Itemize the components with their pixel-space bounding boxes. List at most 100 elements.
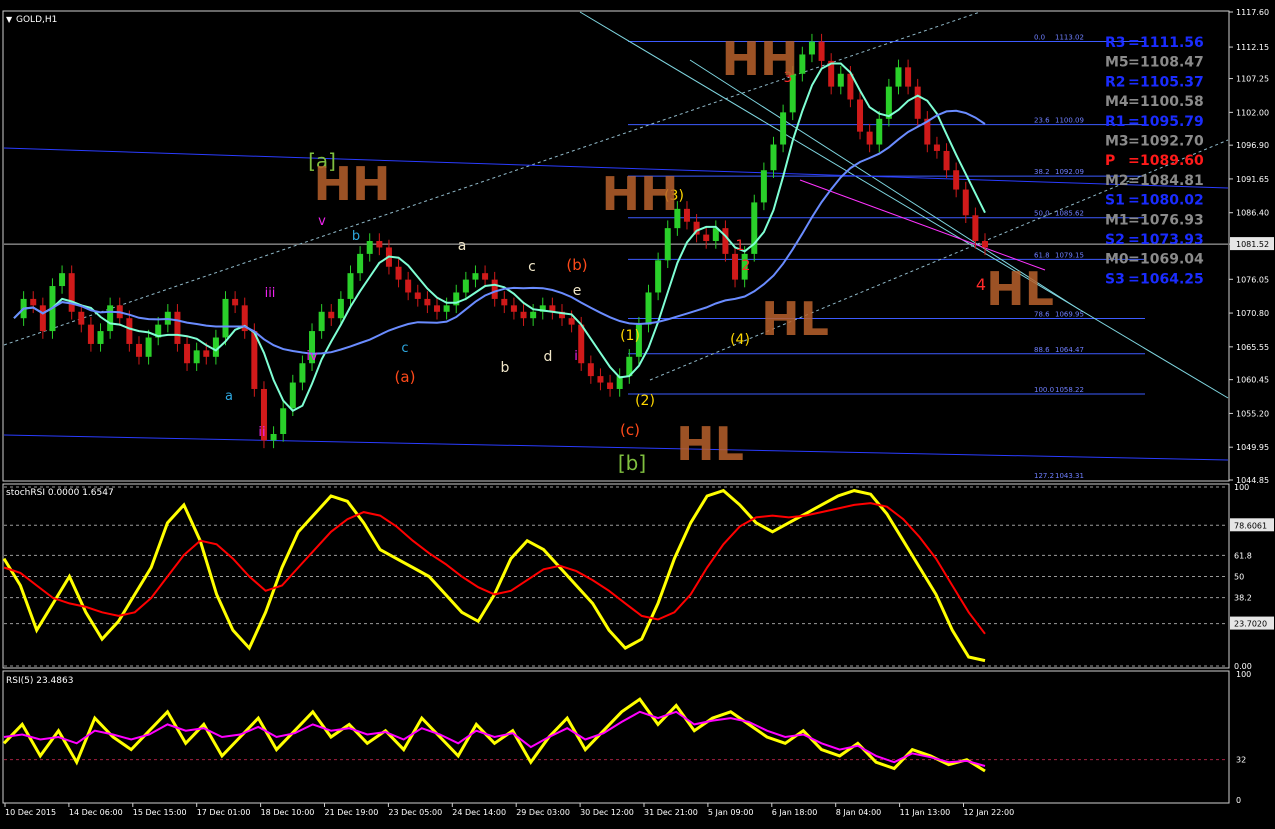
wave-label: a — [458, 238, 467, 254]
candle-body — [376, 241, 383, 248]
wave-label: (a) — [395, 368, 416, 386]
candle-body — [866, 131, 873, 145]
fib-level-value: 1092.09 — [1055, 168, 1084, 176]
candle-body — [39, 305, 46, 332]
time-tick-label: 12 Jan 22:00 — [964, 808, 1015, 817]
fib-level-value: 1043.31 — [1055, 472, 1084, 480]
candle-body — [972, 215, 979, 242]
candle-body — [193, 350, 200, 364]
stoch-level-label: 23.7020 — [1234, 620, 1267, 629]
handwritten-annotation: HH — [314, 157, 391, 211]
pivot-level-value: 1073.93 — [1140, 232, 1204, 248]
time-tick-label: 23 Dec 05:00 — [388, 808, 442, 817]
candle-body — [299, 363, 306, 383]
candle-body — [760, 170, 767, 203]
wave-label: 4 — [976, 275, 986, 294]
time-tick-label: 10 Dec 2015 — [5, 808, 56, 817]
pivot-level-eq: = — [1128, 134, 1140, 150]
handwritten-annotation: HL — [761, 292, 829, 346]
candle-body — [683, 208, 690, 222]
candle-body — [491, 279, 498, 299]
wave-label: ii — [258, 425, 265, 440]
candle-body — [857, 99, 864, 132]
candle-body — [501, 298, 508, 306]
wave-label: b — [352, 229, 360, 244]
wave-label: (b) — [566, 256, 587, 274]
pivot-level-eq: = — [1128, 74, 1140, 90]
fib-level-label: 88.6 — [1034, 346, 1050, 354]
pivot-level-eq: = — [1128, 212, 1140, 228]
candle-body — [59, 273, 66, 287]
wave-label: (4) — [730, 332, 750, 348]
pivot-level-value: 1076.93 — [1140, 212, 1204, 228]
pivot-level-eq: = — [1128, 94, 1140, 110]
handwritten-annotation: HL — [676, 417, 744, 471]
time-tick-label: 31 Dec 21:00 — [644, 808, 698, 817]
handwritten-annotation: HL — [986, 262, 1054, 316]
chart-title: GOLD,H1 — [16, 15, 57, 25]
fib-level-value: 1100.09 — [1055, 117, 1084, 125]
pivot-level-value: 1108.47 — [1140, 55, 1204, 71]
fib-level-value: 1058.22 — [1055, 386, 1084, 394]
time-tick-label: 29 Dec 03:00 — [516, 808, 570, 817]
pivot-level-value: 1105.37 — [1140, 74, 1204, 90]
pivot-level-name: M5 — [1105, 55, 1129, 71]
pivot-level-value: 1080.02 — [1140, 193, 1204, 209]
wave-label: 1 — [736, 238, 745, 254]
price-tick-label: 1096.90 — [1236, 141, 1269, 150]
candle-body — [905, 67, 912, 87]
time-tick-label: 15 Dec 15:00 — [133, 808, 187, 817]
candle-body — [482, 273, 489, 280]
candle-body — [982, 241, 988, 248]
time-tick-label: 8 Jan 04:00 — [836, 808, 882, 817]
candle-body — [472, 273, 479, 280]
candle-body — [876, 118, 883, 145]
stochrsi-title: stochRSI 0.0000 1.6547 — [6, 488, 114, 498]
dropdown-icon[interactable]: ▼ — [6, 15, 13, 24]
handwritten-annotation: HH — [722, 32, 799, 86]
wave-label: (2) — [635, 393, 655, 409]
pivot-level-name: M2 — [1105, 173, 1129, 189]
handwritten-annotation: HH — [602, 167, 679, 221]
pivot-level-value: 1100.58 — [1140, 94, 1204, 110]
time-tick-label: 14 Dec 06:00 — [69, 808, 123, 817]
wave-label: iii — [265, 286, 276, 301]
candle-body — [645, 292, 652, 325]
candle-body — [366, 241, 373, 254]
candle-body — [808, 41, 815, 55]
pivot-level-eq: = — [1128, 232, 1140, 248]
candle-body — [914, 86, 921, 119]
candle-body — [318, 311, 325, 332]
candle-body — [270, 434, 277, 441]
fib-level-label: 23.6 — [1034, 117, 1050, 125]
candle-body — [337, 298, 344, 319]
time-tick-label: 5 Jan 09:00 — [708, 808, 754, 817]
candle-body — [732, 253, 739, 280]
gold-h1-chart[interactable]: 1117.60 1112.15 1107.25 1102.00 1096.90 1091.… — [0, 0, 1275, 829]
wave-label: 2 — [742, 258, 751, 274]
pivot-level-name: R2 — [1105, 74, 1126, 90]
wave-label: iv — [306, 349, 318, 364]
price-tick-label: 1055.20 — [1236, 409, 1269, 418]
candle-body — [703, 234, 710, 242]
pivot-level-name: M1 — [1105, 212, 1129, 228]
candle-body — [126, 318, 133, 344]
pivot-level-name: P — [1105, 153, 1115, 169]
pivot-level-eq: = — [1128, 153, 1140, 169]
pivot-level-eq: = — [1128, 35, 1140, 51]
price-tick-label: 1065.55 — [1236, 343, 1269, 352]
fib-level-value: 1079.15 — [1055, 251, 1084, 259]
time-tick-label: 17 Dec 01:00 — [197, 808, 251, 817]
candle-body — [222, 298, 229, 338]
fib-level-label: 61.8 — [1034, 251, 1050, 259]
candle-body — [530, 311, 537, 319]
pivot-level-value: 1089.60 — [1140, 153, 1204, 169]
wave-label: i — [574, 349, 578, 364]
candle-body — [30, 298, 37, 306]
rsi-level-label: 32 — [1236, 756, 1246, 765]
wave-label: (1) — [620, 328, 640, 344]
rsi-level-label: 0 — [1236, 796, 1241, 805]
candle-body — [510, 305, 517, 312]
time-tick-label: 24 Dec 14:00 — [452, 808, 506, 817]
stoch-level-label: 78.6061 — [1234, 521, 1267, 530]
